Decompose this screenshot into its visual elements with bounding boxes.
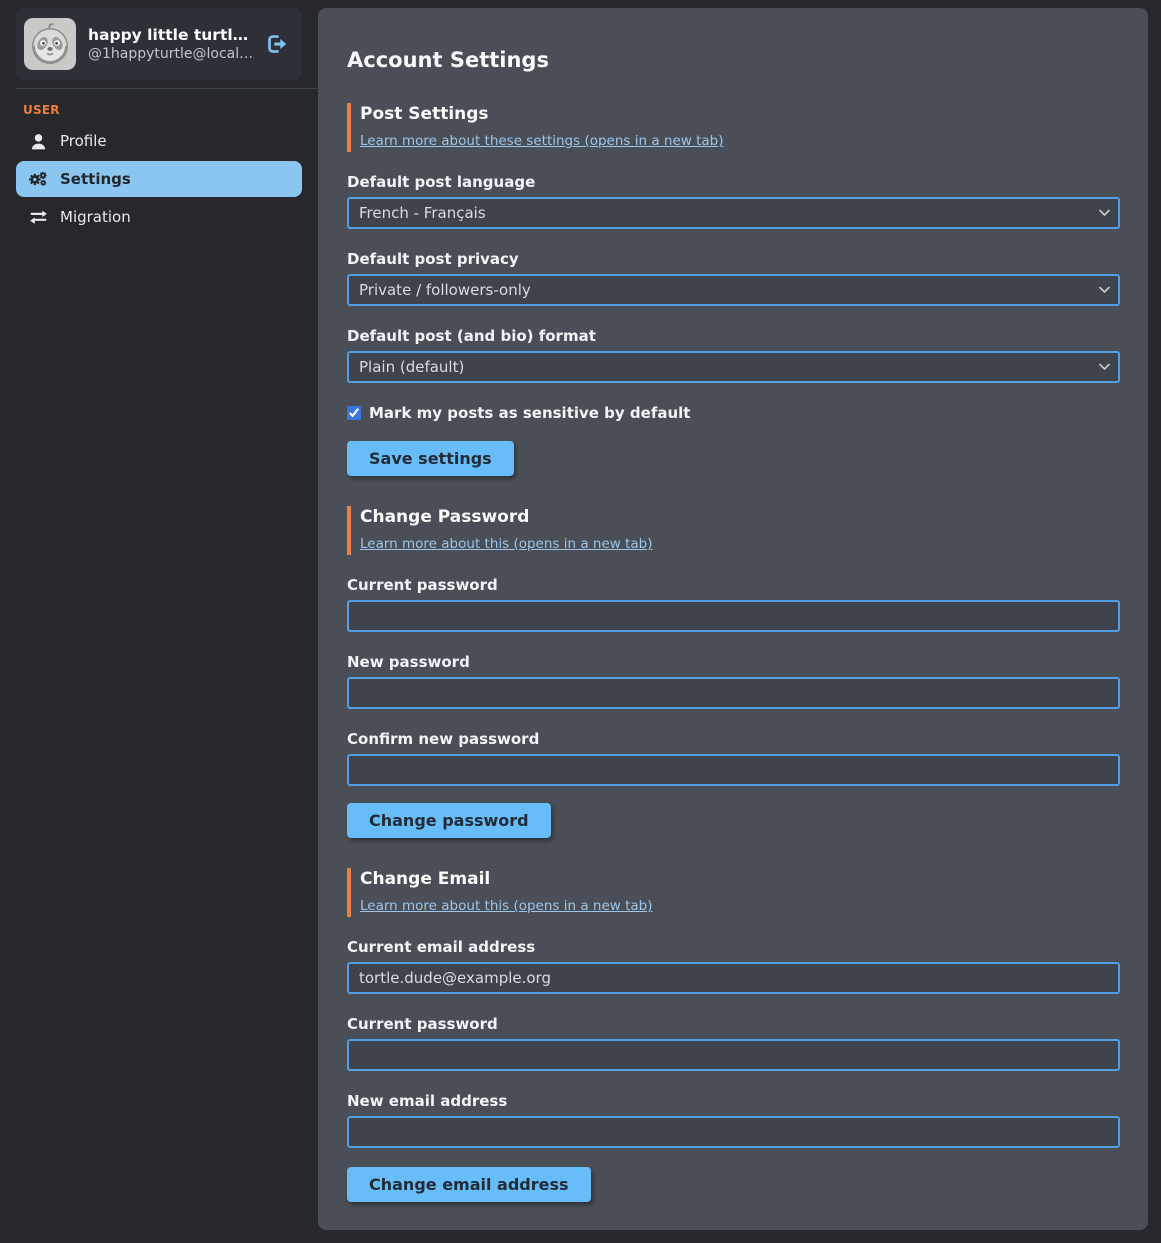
new-email-label: New email address <box>347 1092 1120 1110</box>
email-current-password-label: Current password <box>347 1015 1120 1033</box>
sidebar-item-profile[interactable]: Profile <box>16 123 302 159</box>
sensitive-checkbox-row: Mark my posts as sensitive by default <box>347 404 1120 422</box>
change-password-button[interactable]: Change password <box>347 803 551 838</box>
new-email-input[interactable] <box>347 1116 1120 1148</box>
current-password-label: Current password <box>347 576 1120 594</box>
language-select-wrap: French - Français <box>347 197 1120 229</box>
current-email-input[interactable] <box>347 962 1120 994</box>
sidebar-section-user: USER <box>16 103 302 117</box>
sidebar: happy little turtl… @1happyturtle@local…… <box>0 0 318 1243</box>
change-password-section: Change Password Learn more about this (o… <box>347 506 1120 838</box>
user-identity: happy little turtl… @1happyturtle@local… <box>88 26 256 62</box>
change-email-section: Change Email Learn more about this (open… <box>347 868 1120 1202</box>
save-settings-button[interactable]: Save settings <box>347 441 514 476</box>
sidebar-item-migration[interactable]: Migration <box>16 199 302 235</box>
email-current-password-input[interactable] <box>347 1039 1120 1071</box>
section-title: Post Settings <box>360 104 1120 124</box>
logout-button[interactable] <box>264 32 290 56</box>
user-icon <box>28 133 48 150</box>
privacy-select-wrap: Private / followers-only <box>347 274 1120 306</box>
sensitive-label[interactable]: Mark my posts as sensitive by default <box>369 404 690 422</box>
sidebar-item-label: Settings <box>60 170 131 188</box>
post-settings-section: Post Settings Learn more about these set… <box>347 103 1120 476</box>
post-settings-header: Post Settings Learn more about these set… <box>347 103 1120 152</box>
learn-more-link[interactable]: Learn more about this (opens in a new ta… <box>360 898 653 914</box>
learn-more-link[interactable]: Learn more about these settings (opens i… <box>360 133 723 149</box>
change-email-header: Change Email Learn more about this (open… <box>347 868 1120 917</box>
confirm-new-password-input[interactable] <box>347 754 1120 786</box>
format-select-wrap: Plain (default) <box>347 351 1120 383</box>
section-title: Change Email <box>360 869 1120 889</box>
app-root: happy little turtl… @1happyturtle@local…… <box>0 0 1161 1243</box>
current-email-label: Current email address <box>347 938 1120 956</box>
sidebar-item-settings[interactable]: Settings <box>16 161 302 197</box>
sidebar-divider <box>16 88 318 89</box>
format-select[interactable]: Plain (default) <box>347 351 1120 383</box>
user-handle: @1happyturtle@local… <box>88 46 253 62</box>
change-email-button[interactable]: Change email address <box>347 1167 591 1202</box>
sensitive-checkbox[interactable] <box>347 406 361 420</box>
gears-icon <box>28 170 48 188</box>
change-password-header: Change Password Learn more about this (o… <box>347 506 1120 555</box>
new-password-label: New password <box>347 653 1120 671</box>
sidebar-nav: Profile <box>16 123 302 235</box>
confirm-new-password-label: Confirm new password <box>347 730 1120 748</box>
format-label: Default post (and bio) format <box>347 327 1120 345</box>
logout-icon <box>266 42 288 57</box>
avatar <box>24 18 76 70</box>
user-card[interactable]: happy little turtl… @1happyturtle@local… <box>16 8 302 80</box>
user-display-name: happy little turtl… <box>88 26 248 44</box>
settings-panel: Account Settings Post Settings Learn mor… <box>318 8 1148 1230</box>
exchange-icon <box>28 210 48 224</box>
current-password-input[interactable] <box>347 600 1120 632</box>
sidebar-item-label: Profile <box>60 132 107 150</box>
privacy-select[interactable]: Private / followers-only <box>347 274 1120 306</box>
privacy-label: Default post privacy <box>347 250 1120 268</box>
page-title: Account Settings <box>347 47 1120 73</box>
sidebar-item-label: Migration <box>60 208 131 226</box>
language-label: Default post language <box>347 173 1120 191</box>
language-select[interactable]: French - Français <box>347 197 1120 229</box>
new-password-input[interactable] <box>347 677 1120 709</box>
section-title: Change Password <box>360 507 1120 527</box>
learn-more-link[interactable]: Learn more about this (opens in a new ta… <box>360 536 653 552</box>
